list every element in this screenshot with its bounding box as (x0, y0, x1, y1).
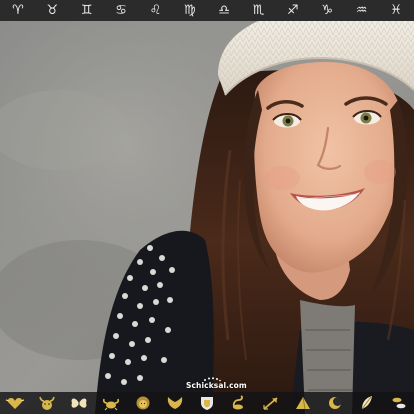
taurus-icon[interactable]: ♉ (41, 0, 63, 21)
feather-icon[interactable] (356, 394, 378, 412)
portrait-photo (0, 0, 414, 414)
butterfly-icon[interactable] (68, 394, 90, 412)
cancer-icon[interactable]: ♋ (110, 0, 132, 21)
fish-icon[interactable] (388, 394, 410, 412)
gemini-icon[interactable]: ♊ (76, 0, 98, 21)
leo-icon[interactable]: ♌ (144, 0, 166, 21)
zodiac-bar: ♈ ♉ ♊ ♋ ♌ ♍ ♎ ♏ ♐ ♑ ♒ ♓ (0, 0, 414, 21)
libra-icon[interactable]: ♎ (213, 0, 235, 21)
page: ♈ ♉ ♊ ♋ ♌ ♍ ♎ ♏ ♐ ♑ ♒ ♓ Schicksal.com (0, 0, 414, 414)
aries-icon[interactable]: ♈ (7, 0, 29, 21)
heart-wings-icon[interactable] (4, 394, 26, 412)
virgo-icon[interactable]: ♍ (179, 0, 201, 21)
crest-icon[interactable] (196, 394, 218, 412)
moon-icon[interactable] (324, 394, 346, 412)
lion-icon[interactable] (132, 394, 154, 412)
wings-icon[interactable] (164, 394, 186, 412)
capricorn-icon[interactable]: ♑ (316, 0, 338, 21)
sagittarius-icon[interactable]: ♐ (282, 0, 304, 21)
scorpion-icon[interactable] (228, 394, 250, 412)
pisces-icon[interactable]: ♓ (385, 0, 407, 21)
bull-icon[interactable] (36, 394, 58, 412)
scorpio-icon[interactable]: ♏ (248, 0, 270, 21)
aquarius-icon[interactable]: ♒ (351, 0, 373, 21)
logo-text: Schicksal.com (186, 381, 247, 390)
schicksal-logo[interactable]: Schicksal.com (186, 377, 247, 393)
bottom-icon-bar (0, 392, 414, 414)
crab-icon[interactable] (100, 394, 122, 412)
arrow-icon[interactable] (260, 394, 282, 412)
pyramid-icon[interactable] (292, 394, 314, 412)
